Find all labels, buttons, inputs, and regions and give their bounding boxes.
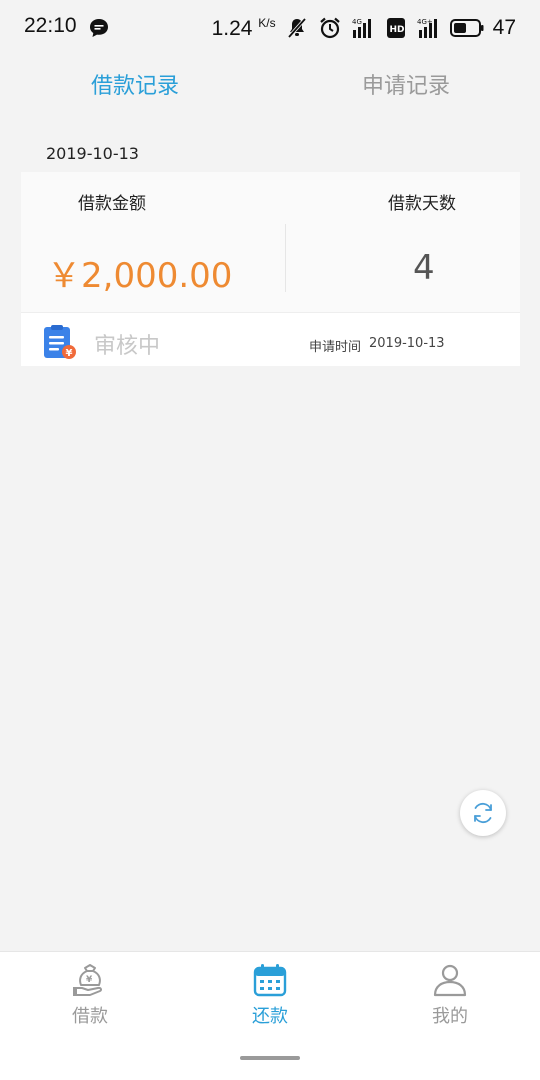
tab-application-records[interactable]: 申请记录 [362, 68, 450, 100]
amount-label: 借款金额 [78, 194, 146, 214]
refresh-icon [474, 802, 492, 824]
apply-time-label: 申请时间 [309, 340, 362, 355]
battery-level: 47 [492, 16, 516, 39]
svg-text:HD: HD [389, 25, 404, 35]
mute-icon [287, 17, 306, 39]
nav-item-mine[interactable]: 我的 [390, 952, 510, 1037]
nav-item-repay[interactable]: 还款 [210, 952, 330, 1037]
tab-loan-records[interactable]: 借款记录 [91, 68, 179, 100]
clipboard-icon: ¥ [44, 325, 76, 359]
bottom-navigation: ¥ 借款 还款 我的 [0, 951, 540, 1080]
message-icon [90, 19, 108, 37]
svg-text:4G: 4G [352, 18, 362, 26]
calendar-icon [253, 964, 287, 997]
loan-amount: ￥2,000.00 [47, 256, 233, 296]
loan-record-card[interactable]: 借款金额 借款天数 ￥2,000.00 4 ¥ 审核中 申请时间 2019-10… [21, 172, 520, 366]
nav-item-borrow[interactable]: ¥ 借款 [30, 952, 150, 1037]
status-time: 22:10 [24, 14, 77, 37]
days-label: 借款天数 [388, 194, 456, 214]
apply-time-value: 2019-10-13 [369, 336, 445, 351]
review-status: 审核中 [94, 334, 161, 359]
signal-4g-icon: 4G [352, 18, 371, 38]
signal-4g-plus-icon: 4G+ [417, 18, 437, 38]
nav-label-mine: 我的 [432, 1006, 468, 1027]
net-speed-value: 1.24 [211, 16, 253, 40]
nav-label-repay: 还款 [252, 1006, 288, 1027]
user-icon [433, 964, 467, 997]
loan-days: 4 [413, 248, 435, 288]
nav-label-borrow: 借款 [72, 1006, 108, 1027]
record-tabs: 借款记录 申请记录 [0, 56, 540, 112]
svg-text:¥: ¥ [86, 975, 93, 985]
battery-icon [449, 19, 484, 37]
status-right: 1.24 K/s 4G HD 4G+ 47 [212, 12, 516, 44]
home-indicator[interactable] [240, 1056, 300, 1060]
svg-text:¥: ¥ [66, 348, 73, 359]
divider [285, 224, 286, 292]
money-bag-icon: ¥ [73, 964, 103, 996]
record-date: 2019-10-13 [46, 144, 139, 163]
net-speed: 1.24 K/s [212, 16, 276, 41]
net-speed-unit: K/s [258, 15, 276, 30]
alarm-icon [319, 17, 340, 39]
divider [21, 312, 520, 313]
status-bar: 22:10 1.24 K/s 4G HD 4G+ 47 [0, 0, 540, 56]
refresh-button[interactable] [460, 790, 506, 836]
hd-icon: HD [386, 18, 405, 38]
